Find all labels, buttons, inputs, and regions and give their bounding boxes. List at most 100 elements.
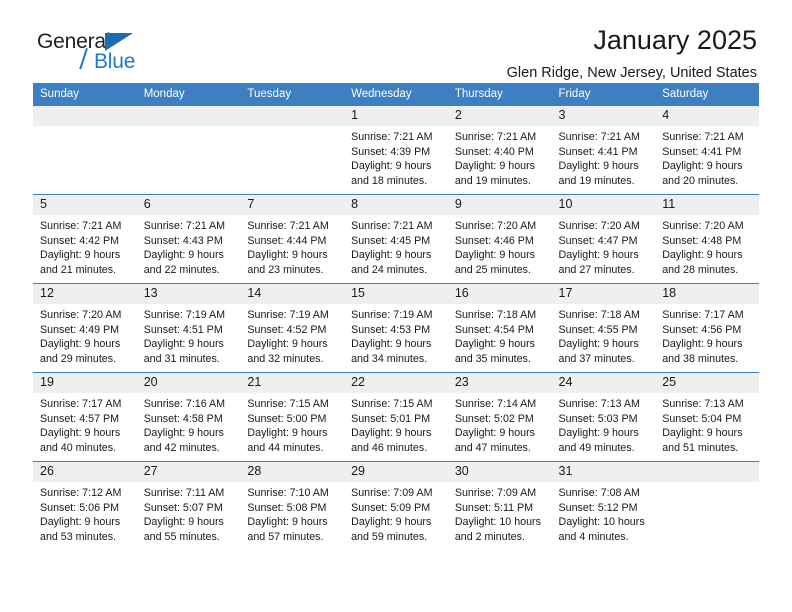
sunrise-time: Sunrise: 7:17 AM [40,398,122,410]
day-number [33,106,137,126]
day-number: 7 [240,195,345,215]
sunset-time: Sunset: 5:07 PM [143,501,223,514]
day-number: 12 [33,284,137,304]
day-cell-inner: 14 Sunrise: 7:19 AM Sunset: 4:52 PM Dayligh… [240,284,345,372]
calendar-day-cell[interactable]: 30 Sunrise: 7:09 AM Sunset: 5:11 PM Dayligh… [447,461,552,550]
day-details: Sunrise: 7:21 AM Sunset: 4:43 PM Daylight:… [137,215,241,277]
calendar-day-cell[interactable]: 27 Sunrise: 7:11 AM Sunset: 5:07 PM Dayligh… [136,461,241,550]
calendar-day-cell[interactable]: 16 Sunrise: 7:18 AM Sunset: 4:54 PM Dayligh… [447,283,552,373]
sunset-time: Sunset: 4:44 PM [247,234,327,247]
calendar-day-cell[interactable]: 26 Sunrise: 7:12 AM Sunset: 5:06 PM Dayligh… [33,461,137,550]
daylight-duration-line1: Daylight: 9 hours [454,427,536,439]
daylight-duration-line2: and 19 minutes. [454,174,531,187]
sunrise-time: Sunrise: 7:19 AM [143,309,226,321]
calendar-day-cell[interactable]: 24 Sunrise: 7:13 AM Sunset: 5:03 PM Dayligh… [551,372,656,462]
weekday-header-sunday: Sunday [33,83,137,106]
day-number: 5 [33,195,137,215]
calendar-day-cell[interactable]: 25 Sunrise: 7:13 AM Sunset: 5:04 PM Dayligh… [655,372,759,462]
daylight-duration-line1: Daylight: 9 hours [40,427,121,439]
day-cell-inner: 9 Sunrise: 7:20 AM Sunset: 4:46 PM Daylight… [447,195,552,283]
daylight-duration-line2: and 38 minutes. [662,352,739,365]
sunset-time: Sunset: 5:06 PM [40,501,120,514]
daylight-duration-line1: Daylight: 9 hours [40,338,121,350]
day-number: 19 [33,373,137,393]
calendar-day-cell[interactable]: 18 Sunrise: 7:17 AM Sunset: 4:56 PM Dayligh… [655,283,759,373]
weekday-header-saturday: Saturday [655,83,759,106]
calendar-day-cell[interactable]: 2 Sunrise: 7:21 AM Sunset: 4:40 PM Daylight… [447,105,552,195]
day-details: Sunrise: 7:21 AM Sunset: 4:39 PM Daylight:… [344,126,448,188]
sunrise-time: Sunrise: 7:17 AM [662,309,744,321]
sunrise-time: Sunrise: 7:18 AM [454,309,537,321]
weekday-header-thursday: Thursday [447,83,552,106]
calendar-day-cell[interactable]: 7 Sunrise: 7:21 AM Sunset: 4:44 PM Daylight… [240,194,345,284]
day-number: 31 [551,462,656,482]
sunrise-time: Sunrise: 7:19 AM [247,309,329,321]
daylight-duration-line1: Daylight: 9 hours [351,160,432,172]
daylight-duration-line1: Daylight: 9 hours [247,249,328,261]
day-details: Sunrise: 7:19 AM Sunset: 4:52 PM Daylight:… [240,304,344,366]
calendar-day-cell[interactable]: 29 Sunrise: 7:09 AM Sunset: 5:09 PM Dayligh… [344,461,448,550]
sunset-time: Sunset: 4:43 PM [143,234,223,247]
sunrise-time: Sunrise: 7:13 AM [662,398,744,410]
calendar-day-cell[interactable]: 1 Sunrise: 7:21 AM Sunset: 4:39 PM Daylight… [344,105,448,195]
day-details: Sunrise: 7:17 AM Sunset: 4:57 PM Daylight:… [33,393,137,455]
calendar-day-cell[interactable]: 17 Sunrise: 7:18 AM Sunset: 4:55 PM Dayligh… [551,283,656,373]
day-details: Sunrise: 7:21 AM Sunset: 4:42 PM Daylight:… [33,215,137,277]
daylight-duration-line1: Daylight: 9 hours [454,249,536,261]
sunset-time: Sunset: 5:12 PM [558,501,638,514]
day-cell-inner: 30 Sunrise: 7:09 AM Sunset: 5:11 PM Dayligh… [447,462,552,550]
day-number: 2 [447,106,552,126]
daylight-duration-line2: and 59 minutes. [351,530,428,543]
day-details: Sunrise: 7:21 AM Sunset: 4:40 PM Daylight:… [448,126,552,188]
calendar-day-cell[interactable]: 13 Sunrise: 7:19 AM Sunset: 4:51 PM Dayligh… [136,283,241,373]
daylight-duration-line2: and 19 minutes. [558,174,635,187]
calendar-week-row: 19 Sunrise: 7:17 AM Sunset: 4:57 PM Dayligh… [33,372,759,462]
sunset-time: Sunset: 5:08 PM [247,501,327,514]
calendar-day-cell[interactable]: 22 Sunrise: 7:15 AM Sunset: 5:01 PM Dayligh… [344,372,448,462]
day-details: Sunrise: 7:18 AM Sunset: 4:54 PM Daylight:… [448,304,552,366]
calendar-day-cell[interactable]: 20 Sunrise: 7:16 AM Sunset: 4:58 PM Dayligh… [136,372,241,462]
calendar-day-cell[interactable]: 5 Sunrise: 7:21 AM Sunset: 4:42 PM Daylight… [33,194,137,284]
daylight-duration-line1: Daylight: 9 hours [662,338,743,350]
calendar-day-cell[interactable]: 28 Sunrise: 7:10 AM Sunset: 5:08 PM Dayligh… [240,461,345,550]
sunset-time: Sunset: 4:39 PM [351,145,431,158]
calendar-day-cell[interactable]: 9 Sunrise: 7:20 AM Sunset: 4:46 PM Daylight… [447,194,552,284]
calendar-page: General Blue January 2025 Glen Ridge, Ne… [0,0,792,612]
calendar-day-cell[interactable]: 4 Sunrise: 7:21 AM Sunset: 4:41 PM Daylight… [655,105,759,195]
calendar-day-cell[interactable]: 14 Sunrise: 7:19 AM Sunset: 4:52 PM Dayligh… [240,283,345,373]
calendar-day-cell[interactable]: 23 Sunrise: 7:14 AM Sunset: 5:02 PM Dayligh… [447,372,552,462]
calendar-day-cell[interactable]: 6 Sunrise: 7:21 AM Sunset: 4:43 PM Daylight… [136,194,241,284]
daylight-duration-line2: and 29 minutes. [40,352,117,365]
calendar-day-cell[interactable]: 10 Sunrise: 7:20 AM Sunset: 4:47 PM Dayligh… [551,194,656,284]
day-cell-inner: 19 Sunrise: 7:17 AM Sunset: 4:57 PM Dayligh… [33,373,137,461]
general-blue-logo[interactable]: General Blue [37,30,237,80]
day-cell-inner: 11 Sunrise: 7:20 AM Sunset: 4:48 PM Dayligh… [655,195,759,283]
sunrise-time: Sunrise: 7:11 AM [143,487,225,499]
daylight-duration-line1: Daylight: 9 hours [143,427,224,439]
calendar-day-cell[interactable]: 12 Sunrise: 7:20 AM Sunset: 4:49 PM Dayligh… [33,283,137,373]
day-number: 11 [655,195,759,215]
day-number [136,106,241,126]
day-details: Sunrise: 7:21 AM Sunset: 4:45 PM Daylight:… [344,215,448,277]
daylight-duration-line1: Daylight: 9 hours [662,160,743,172]
calendar-day-cell[interactable]: 3 Sunrise: 7:21 AM Sunset: 4:41 PM Daylight… [551,105,656,195]
calendar-day-cell[interactable]: 21 Sunrise: 7:15 AM Sunset: 5:00 PM Dayligh… [240,372,345,462]
day-details: Sunrise: 7:20 AM Sunset: 4:46 PM Daylight:… [448,215,552,277]
day-cell-inner: 28 Sunrise: 7:10 AM Sunset: 5:08 PM Dayligh… [240,462,345,550]
sunrise-time: Sunrise: 7:15 AM [351,398,433,410]
daylight-duration-line2: and 22 minutes. [143,263,220,276]
daylight-duration-line2: and 44 minutes. [247,441,324,454]
day-number: 23 [447,373,552,393]
sunrise-time: Sunrise: 7:19 AM [351,309,433,321]
calendar-day-cell[interactable]: 8 Sunrise: 7:21 AM Sunset: 4:45 PM Daylight… [344,194,448,284]
day-cell-inner: 16 Sunrise: 7:18 AM Sunset: 4:54 PM Dayligh… [447,284,552,372]
day-cell-inner: 1 Sunrise: 7:21 AM Sunset: 4:39 PM Daylight… [344,106,448,194]
daylight-duration-line2: and 57 minutes. [247,530,324,543]
weekday-header-wednesday: Wednesday [344,83,448,106]
calendar-day-cell[interactable]: 31 Sunrise: 7:08 AM Sunset: 5:12 PM Dayligh… [551,461,656,550]
calendar-day-cell[interactable]: 11 Sunrise: 7:20 AM Sunset: 4:48 PM Dayligh… [655,194,759,284]
calendar-day-cell[interactable]: 15 Sunrise: 7:19 AM Sunset: 4:53 PM Dayligh… [344,283,448,373]
calendar-day-cell[interactable]: 19 Sunrise: 7:17 AM Sunset: 4:57 PM Dayligh… [33,372,137,462]
day-number: 29 [344,462,448,482]
day-details: Sunrise: 7:13 AM Sunset: 5:04 PM Daylight:… [655,393,759,455]
